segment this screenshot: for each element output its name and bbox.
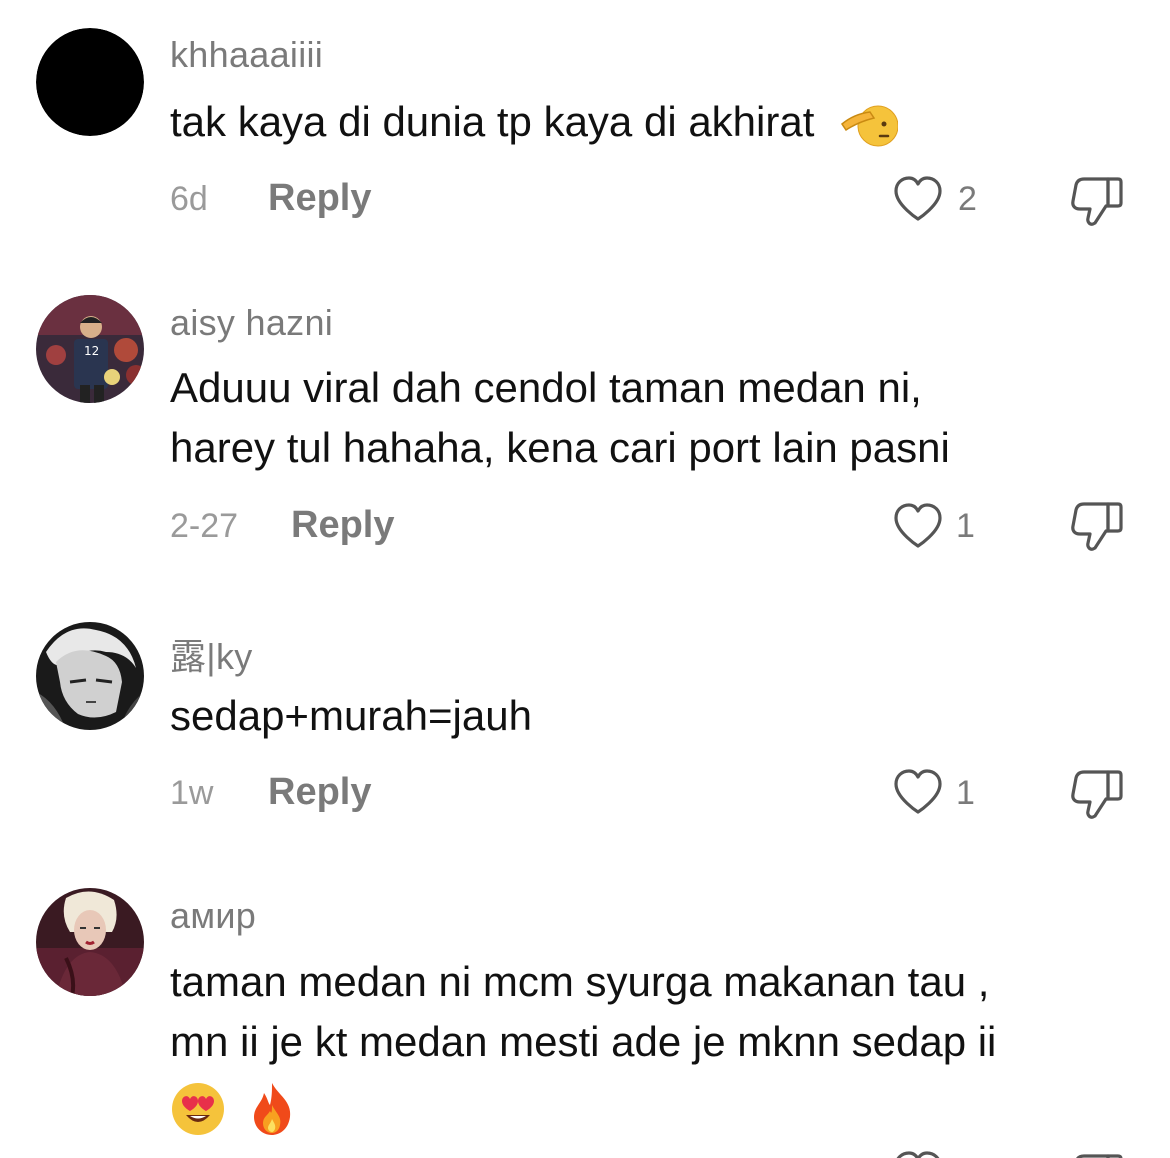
heart-icon [894, 769, 942, 814]
thumbs-down-icon [1071, 770, 1123, 819]
dislike-button[interactable] [1070, 175, 1124, 227]
like-count: 2 [958, 180, 977, 218]
reply-button[interactable]: Reply [291, 504, 394, 547]
like-count: 1 [956, 507, 975, 545]
reply-button[interactable]: Reply [268, 771, 371, 814]
comment-username[interactable]: khhaaaiiii [170, 34, 323, 76]
comment-text: sedap+murah=jauh [170, 686, 1130, 746]
comment-username[interactable]: 露|ky [170, 628, 253, 680]
thumbs-down-icon [1076, 1154, 1123, 1158]
heart-eyes-emoji [170, 1081, 226, 1137]
svg-text:12: 12 [84, 344, 99, 358]
thumbs-down-icon [1071, 177, 1123, 226]
like-button[interactable] [892, 1150, 944, 1158]
like-button[interactable] [892, 502, 944, 550]
comment-text: taman medan ni mcm syurga makanan tau , … [170, 952, 1130, 1136]
comment-timestamp: 6d [170, 180, 208, 218]
saluting-face-emoji [840, 100, 899, 150]
reply-button[interactable]: Reply [268, 177, 371, 220]
comment-text-line: Aduuu viral dah cendol taman medan ni, [170, 364, 922, 411]
like-button[interactable] [892, 175, 944, 223]
avatar[interactable] [36, 888, 144, 996]
comment-text: tak kaya di dunia tp kaya di akhirat [170, 92, 1130, 152]
comment-username[interactable]: амир [170, 895, 256, 937]
heart-icon [894, 176, 942, 221]
dislike-button[interactable] [1070, 768, 1124, 820]
avatar[interactable] [36, 28, 144, 136]
comment-timestamp: 1w [170, 774, 214, 812]
comment-text-body: tak kaya di dunia tp kaya di akhirat [170, 98, 815, 145]
comment-text-body: sedap+murah=jauh [170, 692, 532, 739]
comment-emoji-line [170, 1072, 1130, 1136]
like-button[interactable] [892, 768, 944, 816]
comment-text-line: mn ii je kt medan mesti ade je mknn seda… [170, 1018, 997, 1065]
dislike-button[interactable] [1070, 500, 1124, 552]
comment-timestamp: 2-27 [170, 507, 239, 545]
comment-text-line: harey tul hahaha, kena cari port lain pa… [170, 424, 950, 471]
heart-icon [894, 503, 942, 548]
dislike-button[interactable] [1070, 1152, 1124, 1158]
fire-emoji [248, 1081, 296, 1137]
comment-text: Aduuu viral dah cendol taman medan ni, h… [170, 358, 1130, 478]
avatar[interactable]: 12 [36, 295, 144, 403]
thumbs-down-icon [1071, 502, 1123, 551]
comment-text-line: taman medan ni mcm syurga makanan tau , [170, 958, 990, 1005]
heart-icon [896, 1151, 940, 1158]
avatar[interactable] [36, 622, 144, 730]
like-count: 1 [956, 774, 975, 812]
comment-username[interactable]: aisy hazni [170, 302, 333, 344]
